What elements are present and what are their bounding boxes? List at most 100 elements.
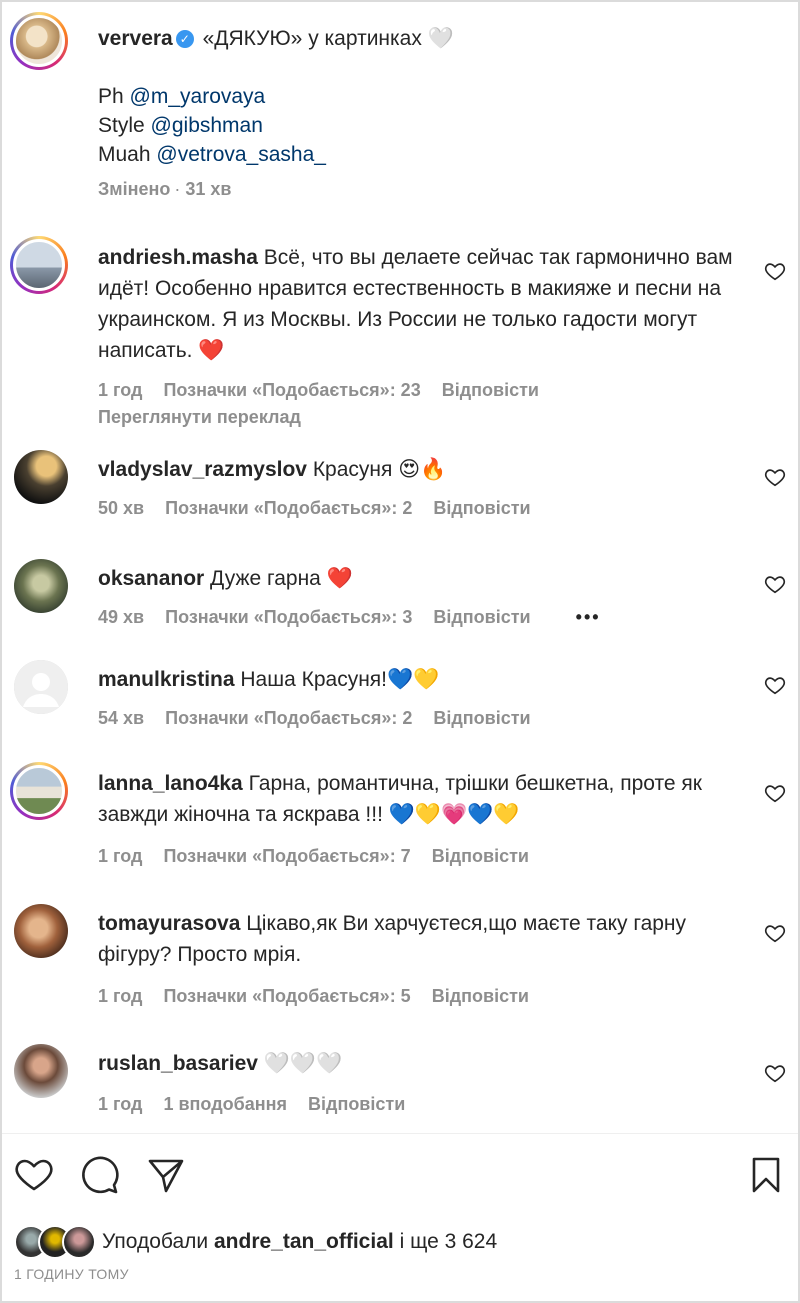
comment-likes[interactable]: Позначки «Подобається»: 23: [163, 380, 420, 400]
comment-username[interactable]: manulkristina: [98, 668, 235, 691]
comment-time: 54 хв: [98, 708, 145, 728]
mention-link[interactable]: @gibshman: [151, 114, 263, 137]
comment-likes[interactable]: Позначки «Подобається»: 5: [163, 986, 410, 1006]
like-comment-heart-icon[interactable]: [764, 573, 786, 595]
credit-line: Muah @vetrova_sasha_: [98, 143, 326, 166]
section-divider: [2, 1133, 798, 1134]
white-heart-icon: 🤍: [427, 27, 454, 50]
reply-button[interactable]: Відповісти: [433, 498, 530, 518]
comment-text: lanna_lano4ka Гарна, романтична, трішки …: [98, 772, 702, 826]
comment-username[interactable]: oksananor: [98, 567, 204, 590]
comment-text: manulkristina Наша Красуня!💙💛: [98, 668, 440, 691]
credit-line: Style @gibshman: [98, 114, 263, 137]
comment-avatar[interactable]: [14, 1044, 68, 1098]
like-post-heart-icon[interactable]: [14, 1155, 54, 1195]
verified-icon: ✓: [175, 30, 194, 48]
comment-item: tomayurasova Цікаво,як Ви харчуєтеся,що …: [10, 902, 790, 1022]
comment-text: andriesh.masha Всё, что вы делаете сейча…: [98, 246, 733, 362]
see-translation-button[interactable]: Переглянути переклад: [98, 407, 301, 428]
author-username[interactable]: ververa: [98, 27, 173, 50]
credit-line: Ph @m_yarovaya: [98, 85, 266, 108]
colored-hearts-icon: 💙💛💗💙💛: [388, 803, 520, 826]
comment-likes[interactable]: Позначки «Подобається»: 7: [163, 846, 410, 866]
likes-count[interactable]: і ще 3 624: [400, 1230, 498, 1253]
comment-meta: 50 хв Позначки «Подобається»: 2 Відповіс…: [98, 498, 547, 519]
caption-text: ververa ✓ «ДЯКУЮ» у картинках 🤍 Ph @m_yar…: [98, 24, 778, 204]
share-send-icon[interactable]: [146, 1155, 186, 1195]
blue-yellow-hearts-icon: 💙💛: [387, 668, 440, 691]
comment-text: vladyslav_razmyslov Красуня 😍🔥: [98, 458, 447, 481]
comment-item: manulkristina Наша Красуня!💙💛 54 хв Позн…: [10, 658, 790, 738]
mention-link[interactable]: @m_yarovaya: [130, 85, 266, 108]
comment-avatar[interactable]: [14, 450, 68, 504]
like-comment-heart-icon[interactable]: [764, 1062, 786, 1084]
reply-button[interactable]: Відповісти: [433, 708, 530, 728]
like-comment-heart-icon[interactable]: [764, 782, 786, 804]
liker-avatar[interactable]: [62, 1225, 96, 1259]
comment-meta: 1 год 1 вподобання Відповісти: [98, 1094, 421, 1115]
comment-item: andriesh.masha Всё, что вы делаете сейча…: [10, 236, 790, 436]
like-comment-heart-icon[interactable]: [764, 466, 786, 488]
comment-likes[interactable]: Позначки «Подобається»: 3: [165, 607, 412, 627]
post-action-bar: [0, 1155, 800, 1199]
author-avatar[interactable]: [10, 12, 68, 70]
red-heart-icon: ❤️: [198, 339, 225, 362]
comment-username[interactable]: andriesh.masha: [98, 246, 258, 269]
likes-summary: Уподобали andre_tan_official і ще 3 624: [14, 1225, 794, 1261]
reply-button[interactable]: Відповісти: [442, 380, 539, 400]
comment-meta: 1 год Позначки «Подобається»: 7 Відповіс…: [98, 846, 545, 867]
comment-time: 1 год: [98, 380, 143, 400]
reply-button[interactable]: Відповісти: [432, 986, 529, 1006]
comment-username[interactable]: vladyslav_razmyslov: [98, 458, 307, 481]
more-options-icon[interactable]: •••: [576, 607, 601, 627]
red-heart-icon: ❤️: [326, 567, 353, 590]
comment-time: 1 год: [98, 1094, 143, 1114]
comment-time: 1 год: [98, 846, 143, 866]
comment-likes[interactable]: 1 вподобання: [163, 1094, 287, 1114]
default-avatar-icon: [14, 660, 68, 714]
comment-text: tomayurasova Цікаво,як Ви харчуєтеся,що …: [98, 912, 687, 966]
comment-avatar[interactable]: [10, 236, 68, 294]
comment-text: ruslan_basariev 🤍🤍🤍: [98, 1048, 738, 1079]
like-comment-heart-icon[interactable]: [764, 922, 786, 944]
heart-eyes-fire-icon: 😍🔥: [398, 458, 447, 481]
comments-scroll-area[interactable]: ververa ✓ «ДЯКУЮ» у картинках 🤍 Ph @m_yar…: [2, 2, 798, 1133]
post-timestamp: 1 ГОДИНУ ТОМУ: [14, 1266, 129, 1282]
caption-body: «ДЯКУЮ» у картинках: [202, 27, 422, 50]
reply-button[interactable]: Відповісти: [308, 1094, 405, 1114]
likes-text: Уподобали andre_tan_official і ще 3 624: [102, 1230, 498, 1253]
comment-meta: 1 год Позначки «Подобається»: 5 Відповіс…: [98, 986, 545, 1007]
edited-label: Змінено: [98, 179, 171, 199]
comment-avatar[interactable]: [14, 660, 68, 714]
comment-likes[interactable]: Позначки «Подобається»: 2: [165, 708, 412, 728]
comment-bubble-icon[interactable]: [80, 1155, 120, 1195]
comment-likes[interactable]: Позначки «Подобається»: 2: [165, 498, 412, 518]
comment-avatar[interactable]: [14, 904, 68, 958]
save-bookmark-icon[interactable]: [746, 1155, 786, 1195]
caption-time: 31 хв: [185, 179, 232, 199]
caption-meta: Змінено · 31 хв: [98, 179, 232, 199]
comment-username[interactable]: tomayurasova: [98, 912, 240, 935]
mention-link[interactable]: @vetrova_sasha_: [156, 143, 326, 166]
comment-item: ruslan_basariev 🤍🤍🤍 1 год 1 вподобання В…: [10, 1042, 790, 1132]
comment-time: 1 год: [98, 986, 143, 1006]
like-comment-heart-icon[interactable]: [764, 674, 786, 696]
comment-avatar[interactable]: [14, 559, 68, 613]
comment-item: vladyslav_razmyslov Красуня 😍🔥 50 хв Поз…: [10, 448, 790, 528]
comment-meta: 54 хв Позначки «Подобається»: 2 Відповіс…: [98, 708, 547, 729]
like-comment-heart-icon[interactable]: [764, 260, 786, 282]
white-hearts-icon: 🤍🤍🤍: [263, 1052, 343, 1075]
comment-username[interactable]: lanna_lano4ka: [98, 772, 243, 795]
comment-meta: 1 год Позначки «Подобається»: 23 Відпові…: [98, 380, 555, 401]
comment-avatar[interactable]: [10, 762, 68, 820]
comment-item: oksananor Дуже гарна ❤️ 49 хв Позначки «…: [10, 557, 790, 637]
comment-item: lanna_lano4ka Гарна, романтична, трішки …: [10, 762, 790, 882]
reply-button[interactable]: Відповісти: [433, 607, 530, 627]
reply-button[interactable]: Відповісти: [432, 846, 529, 866]
liker-username-link[interactable]: andre_tan_official: [214, 1230, 394, 1253]
comment-username[interactable]: ruslan_basariev: [98, 1052, 258, 1075]
comment-time: 49 хв: [98, 607, 145, 627]
comment-meta: 49 хв Позначки «Подобається»: 3 Відповіс…: [98, 607, 617, 628]
comment-time: 50 хв: [98, 498, 145, 518]
comment-text: oksananor Дуже гарна ❤️: [98, 567, 353, 590]
